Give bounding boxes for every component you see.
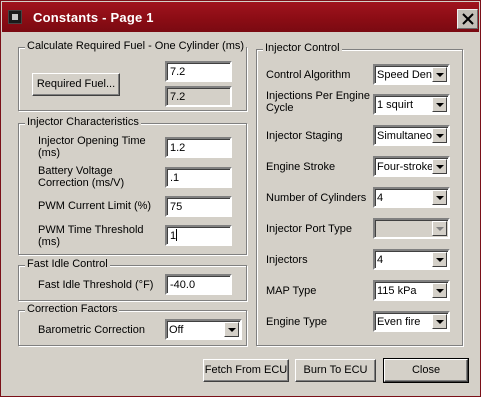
- app-window-icon: [8, 10, 22, 24]
- fast-idle-legend: Fast Idle Control: [25, 258, 110, 270]
- injectors-label: Injectors: [266, 254, 308, 266]
- pwm-current-limit-label: PWM Current Limit (%): [38, 200, 152, 212]
- control-algorithm-label: Control Algorithm: [266, 69, 351, 81]
- battery-correction-label-unit: Correction (ms/V): [38, 177, 125, 189]
- injector-port-type-label: Injector Port Type: [266, 223, 353, 235]
- injector-staging-select[interactable]: Simultaneous: [373, 125, 450, 146]
- map-type-select[interactable]: 115 kPa: [373, 280, 450, 301]
- correction-factors-group: Correction Factors Barometric Correction…: [18, 303, 247, 346]
- battery-correction-input[interactable]: .1: [165, 167, 232, 188]
- map-type-label: MAP Type: [266, 285, 317, 297]
- opening-time-input[interactable]: 1.2: [165, 137, 232, 158]
- pwm-time-threshold-input[interactable]: 1: [165, 225, 232, 246]
- fast-idle-group: Fast Idle Control Fast Idle Threshold (°…: [18, 258, 247, 301]
- close-icon: [462, 13, 474, 25]
- injector-characteristics-group: Injector Characteristics Injector Openin…: [18, 116, 247, 255]
- opening-time-label-unit: (ms): [38, 147, 60, 159]
- map-type-value: 115 kPa: [377, 285, 417, 297]
- injections-per-cycle-value: 1 squirt: [377, 99, 414, 111]
- pwm-time-threshold-label: PWM Time Threshold: [38, 224, 144, 236]
- injector-staging-value: Simultaneous: [377, 130, 432, 142]
- control-algorithm-value: Speed Density: [377, 69, 432, 81]
- chevron-down-icon[interactable]: [432, 159, 447, 174]
- injector-control-group: Injector Control Control Algorithm Speed…: [256, 42, 463, 346]
- num-cylinders-select[interactable]: 4: [373, 187, 450, 208]
- chevron-down-icon[interactable]: [224, 322, 239, 337]
- correction-factors-legend: Correction Factors: [25, 303, 120, 315]
- engine-type-value: Even fire: [377, 316, 421, 328]
- barometric-correction-value: Off: [169, 324, 184, 336]
- chevron-down-icon[interactable]: [432, 67, 447, 82]
- num-cylinders-label: Number of Cylinders: [266, 192, 367, 204]
- injections-per-cycle-label: Injections Per Engine: [266, 90, 370, 102]
- control-algorithm-select[interactable]: Speed Density: [373, 64, 450, 85]
- injector-characteristics-legend: Injector Characteristics: [25, 116, 141, 128]
- engine-stroke-label: Engine Stroke: [266, 161, 336, 173]
- chevron-down-icon[interactable]: [432, 314, 447, 329]
- chevron-down-icon: [432, 221, 447, 236]
- chevron-down-icon[interactable]: [432, 252, 447, 267]
- required-fuel-computed: 7.2: [165, 86, 232, 107]
- required-fuel-button[interactable]: Required Fuel...: [32, 73, 120, 96]
- engine-type-select[interactable]: Even fire: [373, 311, 450, 332]
- opening-time-label: Injector Opening Time: [38, 135, 146, 147]
- fetch-from-ecu-button[interactable]: Fetch From ECU: [203, 359, 289, 382]
- engine-stroke-select[interactable]: Four-stroke: [373, 156, 450, 177]
- required-fuel-legend: Calculate Required Fuel - One Cylinder (…: [25, 40, 247, 52]
- battery-correction-label: Battery Voltage: [38, 165, 113, 177]
- chevron-down-icon[interactable]: [432, 283, 447, 298]
- pwm-time-threshold-label-unit: (ms): [38, 236, 60, 248]
- chevron-down-icon[interactable]: [432, 97, 447, 112]
- injector-control-legend: Injector Control: [263, 42, 342, 54]
- injectors-select[interactable]: 4: [373, 249, 450, 270]
- barometric-correction-label: Barometric Correction: [38, 324, 145, 336]
- text-caret: [176, 229, 178, 241]
- constants-dialog: Constants - Page 1 Calculate Required Fu…: [0, 0, 481, 397]
- fast-idle-threshold-label: Fast Idle Threshold (°F): [38, 279, 154, 291]
- engine-type-label: Engine Type: [266, 316, 327, 328]
- injector-staging-label: Injector Staging: [266, 130, 343, 142]
- required-fuel-group: Calculate Required Fuel - One Cylinder (…: [18, 40, 247, 111]
- title-bar[interactable]: Constants - Page 1: [2, 2, 479, 32]
- chevron-down-icon[interactable]: [432, 128, 447, 143]
- burn-to-ecu-button[interactable]: Burn To ECU: [295, 359, 376, 382]
- close-button[interactable]: Close: [383, 358, 469, 383]
- injections-per-cycle-label-line2: Cycle: [266, 102, 294, 114]
- chevron-down-icon[interactable]: [432, 190, 447, 205]
- injectors-value: 4: [377, 254, 384, 266]
- barometric-correction-select[interactable]: Off: [165, 319, 242, 340]
- num-cylinders-value: 4: [377, 192, 384, 204]
- close-window-button[interactable]: [457, 9, 478, 29]
- injections-per-cycle-select[interactable]: 1 squirt: [373, 94, 450, 115]
- pwm-current-limit-input[interactable]: 75: [165, 196, 232, 217]
- window-title: Constants - Page 1: [33, 10, 154, 25]
- required-fuel-input[interactable]: 7.2: [165, 61, 232, 82]
- fast-idle-threshold-input[interactable]: -40.0: [165, 274, 232, 295]
- injector-port-type-select: [373, 218, 450, 239]
- engine-stroke-value: Four-stroke: [377, 161, 432, 173]
